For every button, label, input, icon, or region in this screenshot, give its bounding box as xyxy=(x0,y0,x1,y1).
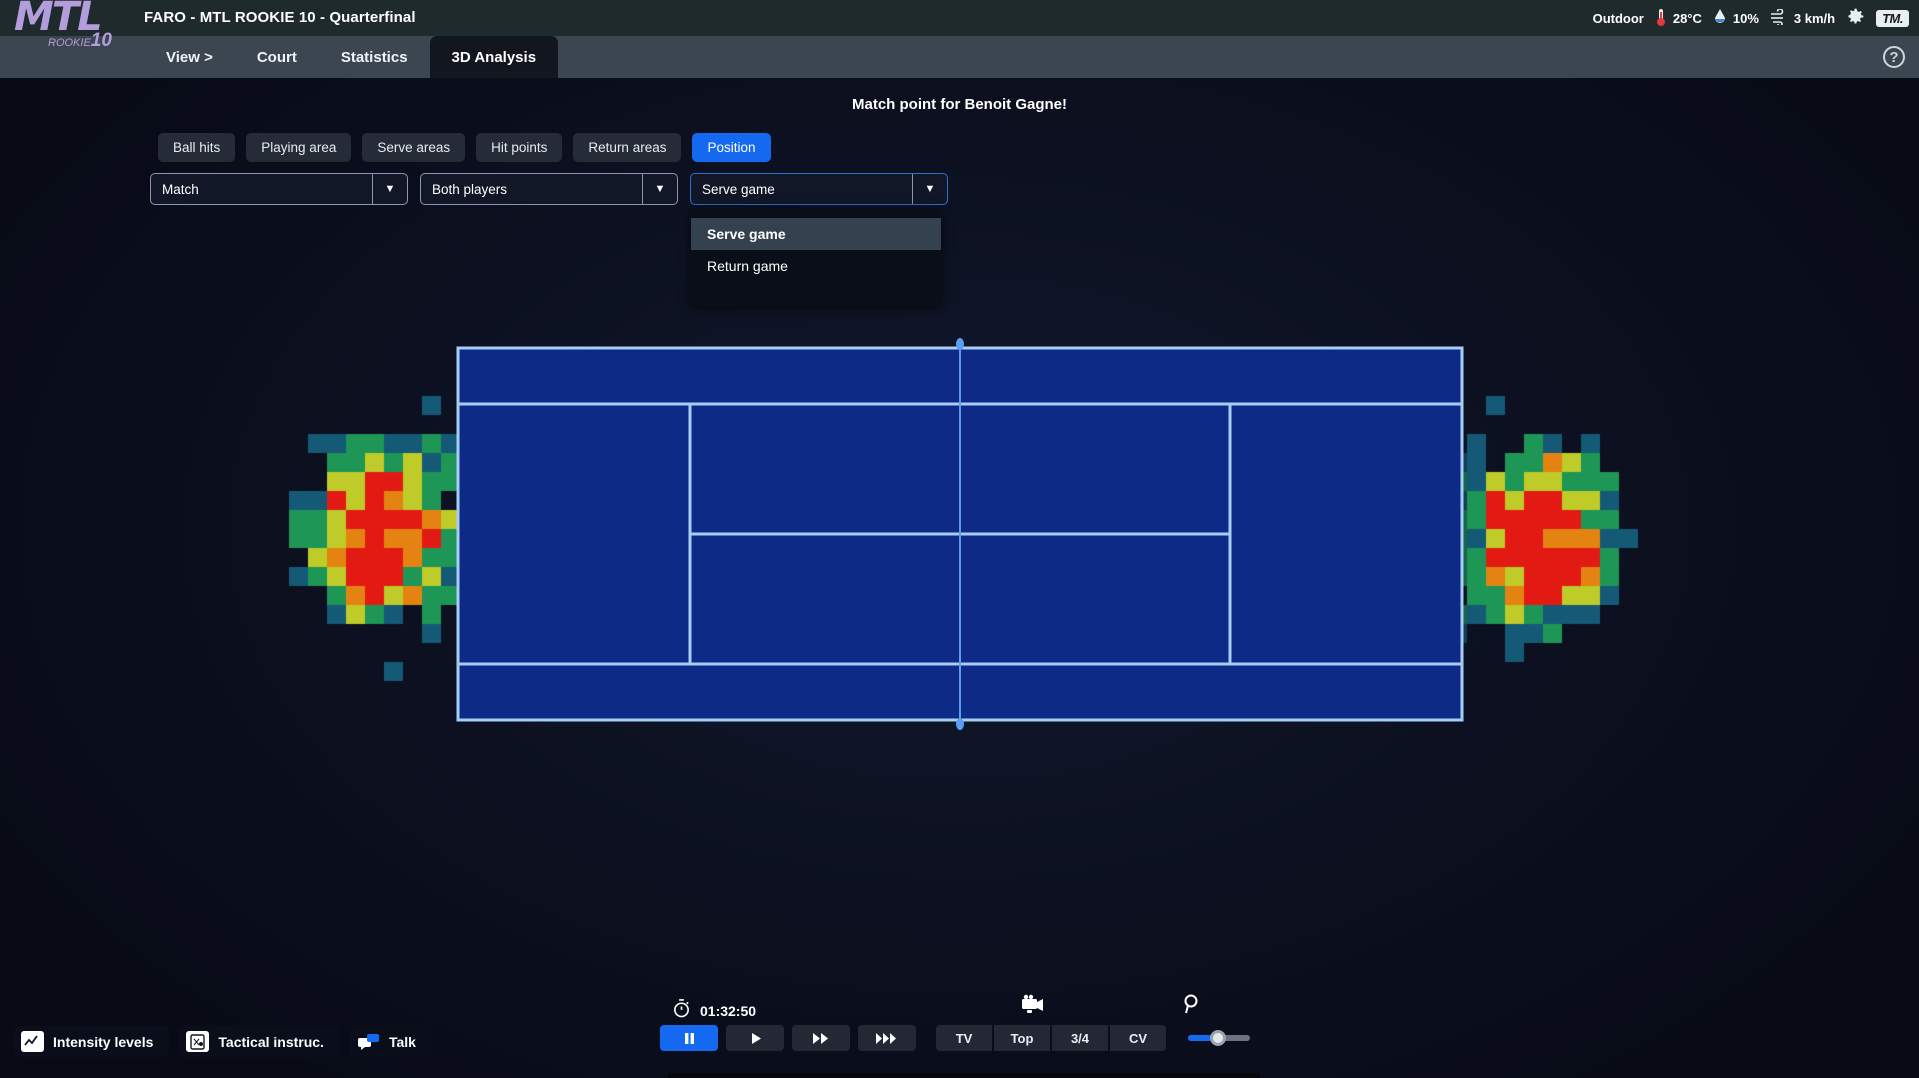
play-button[interactable] xyxy=(726,1025,784,1051)
game-type-dropdown-menu: Serve game Return game xyxy=(691,208,941,306)
camera-icon[interactable] xyxy=(1020,993,1048,1022)
select-scope-value: Match xyxy=(151,182,372,197)
match-point-announcement: Match point for Benoit Gagne! xyxy=(0,96,1919,113)
app-logo: MTL ROOKIE10 xyxy=(14,0,124,66)
intensity-levels-button[interactable]: Intensity levels xyxy=(14,1026,169,1057)
select-game-type-value: Serve game xyxy=(691,182,912,197)
fast-forward-3x-button[interactable] xyxy=(858,1025,916,1051)
venue-status: Outdoor xyxy=(1593,11,1644,26)
pause-button[interactable] xyxy=(660,1025,718,1051)
chip-playing-area[interactable]: Playing area xyxy=(246,133,351,162)
tactical-instructions-button[interactable]: Tactical instruc. xyxy=(179,1026,340,1057)
tactical-instructions-label: Tactical instruc. xyxy=(218,1034,324,1050)
wind-icon xyxy=(1769,9,1789,28)
help-icon[interactable]: ? xyxy=(1883,46,1905,68)
droplet-icon xyxy=(1712,8,1728,29)
nav-items: View > Court Statistics 3D Analysis xyxy=(144,36,558,78)
match-title: FARO - MTL ROOKIE 10 - Quarterfinal xyxy=(144,9,416,26)
scoreboard-row-player1[interactable]: BENOIT GAGNE 7 5 40 xyxy=(668,1073,1260,1078)
chip-ball-hits[interactable]: Ball hits xyxy=(158,133,235,162)
venue-label: Outdoor xyxy=(1593,11,1644,26)
playback-button-row: TV Top 3/4 CV xyxy=(660,1025,1260,1051)
select-game-type[interactable]: Serve game ▼ Serve game Return game xyxy=(690,173,948,205)
camera-view-tv[interactable]: TV xyxy=(936,1025,992,1051)
camera-view-three-quarter[interactable]: 3/4 xyxy=(1052,1025,1108,1051)
filter-select-group: Match ▼ Both players ▼ Serve game ▼ Serv… xyxy=(150,173,948,205)
dropdown-option-return-game[interactable]: Return game xyxy=(691,250,941,282)
playback-top-row: 01:32:50 xyxy=(660,993,1260,1025)
gear-icon[interactable] xyxy=(1845,6,1866,30)
intensity-levels-label: Intensity levels xyxy=(53,1034,153,1050)
nav-item-3d-analysis[interactable]: 3D Analysis xyxy=(430,36,559,78)
intensity-chart-icon xyxy=(21,1031,44,1052)
stopwatch-icon xyxy=(672,998,691,1023)
nav-item-statistics[interactable]: Statistics xyxy=(319,36,430,78)
chip-return-areas[interactable]: Return areas xyxy=(573,133,681,162)
camera-view-group: TV Top 3/4 CV xyxy=(936,1025,1166,1051)
tm-brand-logo: TM. xyxy=(1876,10,1909,27)
playback-timer: 01:32:50 xyxy=(672,998,756,1023)
dropdown-option-serve-game[interactable]: Serve game xyxy=(691,218,941,250)
playback-time-value: 01:32:50 xyxy=(700,1003,756,1019)
chat-bubbles-icon xyxy=(357,1031,380,1052)
nav-bar: View > Court Statistics 3D Analysis ? xyxy=(0,36,1919,78)
logo-main-text: MTL xyxy=(14,0,124,34)
scoreboard: BENOIT GAGNE 7 5 40 VASCO LEANDRO PRADO … xyxy=(668,1073,1260,1078)
chip-serve-areas[interactable]: Serve areas xyxy=(362,133,465,162)
nav-item-court[interactable]: Court xyxy=(235,36,319,78)
logo-rookie-text: ROOKIE xyxy=(48,37,91,49)
coach-action-bar: Intensity levels Tactical instruc. Talk xyxy=(14,1026,432,1057)
select-players-value: Both players xyxy=(421,182,642,197)
top-bar: FARO - MTL ROOKIE 10 - Quarterfinal Outd… xyxy=(0,0,1919,36)
temperature-status: 28°C xyxy=(1654,7,1702,30)
app-root: FARO - MTL ROOKIE 10 - Quarterfinal Outd… xyxy=(0,0,1919,1078)
camera-view-top[interactable]: Top xyxy=(994,1025,1050,1051)
fast-forward-2x-button[interactable] xyxy=(792,1025,850,1051)
thermometer-icon xyxy=(1654,7,1668,30)
chevron-down-icon[interactable]: ▼ xyxy=(373,183,407,195)
filter-chip-group: Ball hits Playing area Serve areas Hit p… xyxy=(158,133,771,162)
talk-label: Talk xyxy=(389,1034,416,1050)
court-heatmap-view[interactable] xyxy=(0,228,1919,788)
wind-value: 3 km/h xyxy=(1794,11,1835,26)
logo-number: 10 xyxy=(91,30,112,51)
chevron-down-icon[interactable]: ▼ xyxy=(913,183,947,195)
zoom-slider[interactable] xyxy=(1188,1025,1250,1051)
select-scope[interactable]: Match ▼ xyxy=(150,173,408,205)
magnifier-icon[interactable] xyxy=(1182,993,1202,1020)
zoom-slider-knob[interactable] xyxy=(1210,1030,1226,1046)
chevron-down-icon[interactable]: ▼ xyxy=(643,183,677,195)
chip-position[interactable]: Position xyxy=(692,133,770,162)
nav-item-view[interactable]: View > xyxy=(144,36,235,78)
tennis-court-diagram xyxy=(0,228,1919,788)
talk-button[interactable]: Talk xyxy=(350,1026,432,1057)
status-bar: Outdoor 28°C 10% 3 km/h xyxy=(1593,0,1909,36)
playback-controls: 01:32:50 xyxy=(660,993,1260,1063)
chip-hit-points[interactable]: Hit points xyxy=(476,133,562,162)
humidity-status: 10% xyxy=(1712,8,1759,29)
select-players[interactable]: Both players ▼ xyxy=(420,173,678,205)
analysis-stage: Match point for Benoit Gagne! Ball hits … xyxy=(0,78,1919,1078)
wind-status: 3 km/h xyxy=(1769,9,1835,28)
player1-scores: 7 5 40 xyxy=(1137,1073,1260,1078)
clipboard-tactics-icon xyxy=(186,1031,209,1052)
camera-view-cv[interactable]: CV xyxy=(1110,1025,1166,1051)
humidity-value: 10% xyxy=(1733,11,1759,26)
temperature-value: 28°C xyxy=(1673,11,1702,26)
